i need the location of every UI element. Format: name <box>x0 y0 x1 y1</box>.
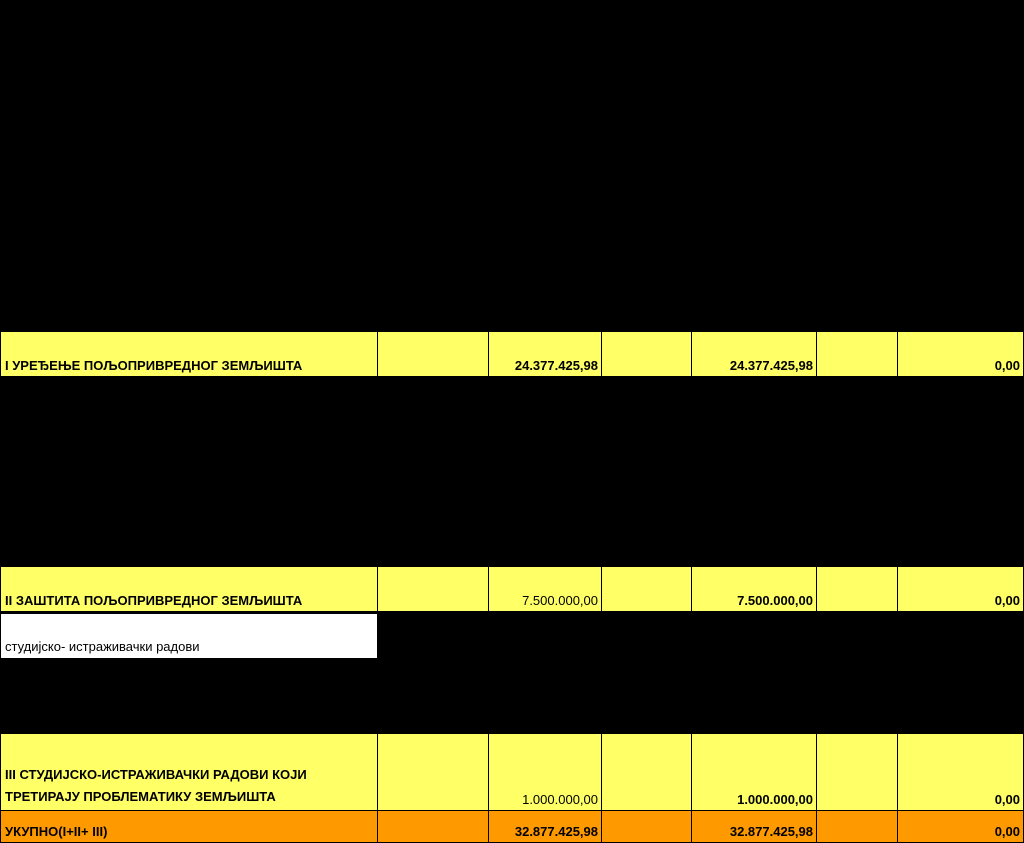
grand-source-total: 32.877.425,98 <box>691 810 817 843</box>
section-2-pct2-cell <box>816 566 898 612</box>
section-1-total: 24.377.425,98 <box>488 331 602 377</box>
section-3-item: студијско- истраживачки радови <box>0 613 378 659</box>
section-1-other: 0,00 <box>897 331 1024 377</box>
section-3-other: 0,00 <box>897 733 1024 811</box>
grand-pct2-cell <box>816 810 898 843</box>
section-2-total: 7.500.000,00 <box>488 566 602 612</box>
grand-total: 32.877.425,98 <box>488 810 602 843</box>
grand-pct-cell <box>601 810 692 843</box>
section-1-source-total: 24.377.425,98 <box>691 331 817 377</box>
section-3-unit-cell <box>377 733 489 811</box>
section-1-pct2-cell <box>816 331 898 377</box>
section-1-unit-cell <box>377 331 489 377</box>
section-3-title: III СТУДИЈСКО-ИСТРАЖИВАЧКИ РАДОВИ КОЈИ Т… <box>0 733 378 811</box>
section-2-title: II ЗАШТИТА ПОЉОПРИВРЕДНОГ ЗЕМЉИШТА <box>0 566 378 612</box>
section-3-title-line2: ТРЕТИРАЈУ ПРОБЛЕМАТИКУ ЗЕМЉИШТА <box>5 789 276 804</box>
grand-total-title: УКУПНО(I+II+ III) <box>0 810 378 843</box>
section-3-source-total: 1.000.000,00 <box>691 733 817 811</box>
section-2-unit-cell <box>377 566 489 612</box>
section-1-title: I УРЕЂЕЊЕ ПОЉОПРИВРЕДНОГ ЗЕМЉИШТА <box>0 331 378 377</box>
section-3-total: 1.000.000,00 <box>488 733 602 811</box>
section-1-pct-cell <box>601 331 692 377</box>
section-3-title-line1: III СТУДИЈСКО-ИСТРАЖИВАЧКИ РАДОВИ КОЈИ <box>5 767 307 782</box>
grand-other: 0,00 <box>897 810 1024 843</box>
section-3-pct-cell <box>601 733 692 811</box>
section-3-pct2-cell <box>816 733 898 811</box>
section-2-other: 0,00 <box>897 566 1024 612</box>
section-2-source-total: 7.500.000,00 <box>691 566 817 612</box>
grand-unit-cell <box>377 810 489 843</box>
section-2-pct-cell <box>601 566 692 612</box>
